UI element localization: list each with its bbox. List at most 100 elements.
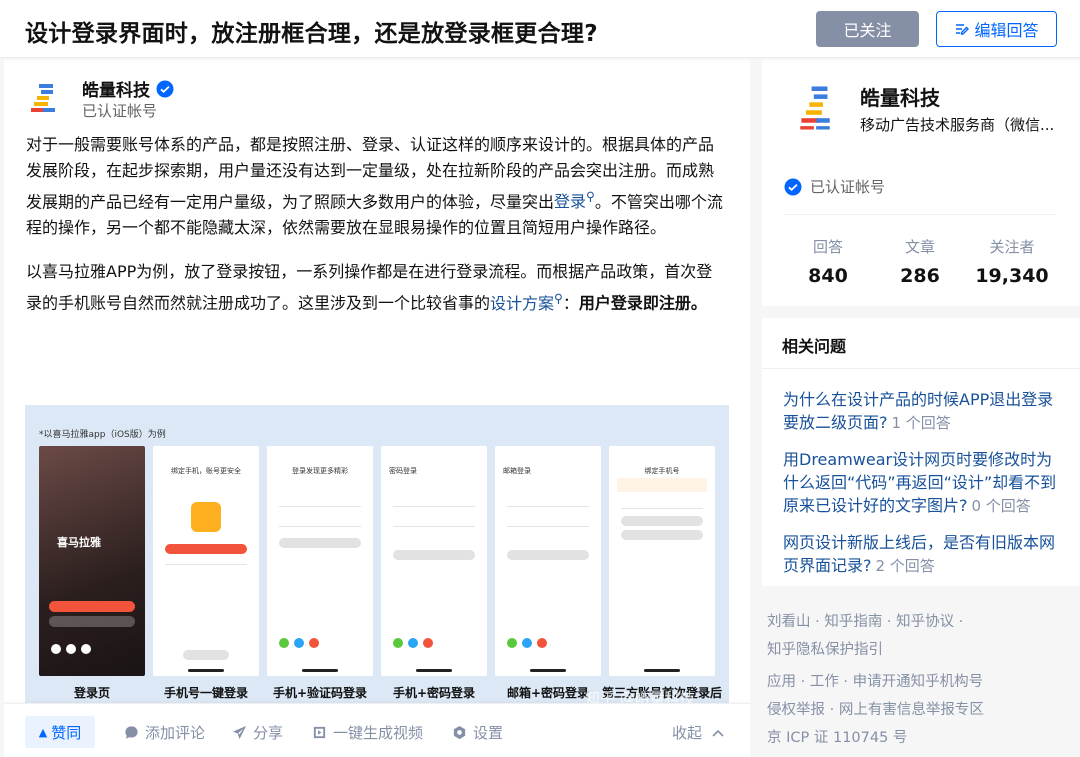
social-icon — [507, 638, 517, 648]
phone-button — [183, 650, 229, 660]
stat-answers[interactable]: 回答 840 — [778, 236, 878, 287]
social-icons — [507, 638, 547, 648]
related-question-item[interactable]: 为什么在设计产品的时候APP退出登录要放二级页面? 1 个回答 — [783, 388, 1063, 435]
figure-caption: *以喜马拉雅app（iOS版）为例 — [39, 430, 166, 440]
social-icons — [279, 638, 319, 648]
screen-title: 邮箱登录 — [503, 467, 531, 475]
share-button[interactable]: 分享 — [232, 722, 283, 743]
social-icon — [537, 638, 547, 648]
social-icon — [522, 638, 532, 648]
social-icon — [279, 638, 289, 648]
related-title: 相关问题 — [782, 337, 847, 356]
answer-card: 皓量科技 已认证帐号 对于一般需要账号体系的产品，都是按照注册、登录、认证这样的… — [4, 60, 750, 757]
home-indicator — [302, 669, 338, 672]
phone-button — [49, 601, 135, 612]
home-indicator — [530, 669, 566, 672]
phone-button — [49, 616, 135, 627]
stat-followers[interactable]: 关注者 19,340 — [962, 236, 1062, 287]
triangle-up-icon: ▲ — [38, 725, 48, 739]
phone-line — [279, 506, 361, 507]
stat-articles[interactable]: 文章 286 — [870, 236, 970, 287]
chevron-up-icon — [712, 729, 724, 737]
phone-line — [507, 526, 589, 527]
comment-label: 添加评论 — [145, 724, 206, 742]
footer-row[interactable]: 京 ICP 证 110745 号 — [767, 724, 1067, 752]
author-card-avatar[interactable] — [798, 84, 832, 132]
author-card: 皓量科技 移动广告技术服务商（微信... 已认证帐号 回答 840 文章 286… — [762, 60, 1080, 306]
edit-icon — [956, 24, 970, 35]
phone-screen-login: 喜马拉雅 — [39, 446, 145, 676]
footer-row[interactable]: 应用 · 工作 · 申请开通知乎机构号 — [767, 668, 1067, 696]
keyword-link-design[interactable]: 设计方案⚲ — [490, 291, 563, 313]
comment-button[interactable]: 添加评论 — [124, 722, 205, 743]
share-label: 分享 — [253, 724, 284, 742]
collapse-label: 收起 — [672, 724, 703, 742]
answer-count: 2 个回答 — [875, 557, 935, 575]
screen-title: 绑定手机，账号更安全 — [171, 467, 241, 475]
keyword-link-login[interactable]: 登录⚲ — [554, 190, 595, 211]
generate-video-button[interactable]: 一键生成视频 — [312, 722, 423, 743]
divider — [784, 214, 1056, 215]
edit-answer-label: 编辑回答 — [974, 21, 1039, 40]
author-name[interactable]: 皓量科技 — [82, 76, 174, 101]
author-name-text[interactable]: 皓量科技 — [82, 76, 150, 101]
question-header: 设计登录界面时，放注册框合理，还是放登录框更合理? 已关注 编辑回答 — [0, 0, 1080, 58]
footer-row[interactable]: 知乎隐私保护指引 — [767, 636, 1067, 664]
screen-title: 密码登录 — [389, 467, 417, 475]
screen-label: 登录页 — [73, 686, 110, 700]
author-avatar[interactable] — [28, 82, 58, 118]
screen-title: 绑定手机号 — [644, 467, 680, 475]
paragraph: 对于一般需要账号体系的产品，都是按照注册、登录、认证这样的顺序来设计的。根据具体… — [26, 132, 726, 241]
generate-video-label: 一键生成视频 — [333, 724, 424, 742]
video-icon — [313, 726, 326, 739]
divider — [762, 368, 1080, 369]
answer-image[interactable]: *以喜马拉雅app（iOS版）为例 喜马拉雅 绑定手机，账号更安全 登录发现更多… — [25, 405, 729, 705]
edit-answer-button[interactable]: 编辑回答 — [936, 11, 1057, 47]
answer-content: 对于一般需要账号体系的产品，都是按照注册、登录、认证这样的顺序来设计的。根据具体… — [26, 132, 726, 335]
search-icon: ⚲ — [586, 190, 595, 204]
phone-line — [393, 506, 475, 507]
footer-row[interactable]: 刘看山 · 知乎指南 · 知乎协议 · — [767, 608, 1067, 636]
brand-logo: 喜马拉雅 — [57, 536, 101, 549]
followed-button[interactable]: 已关注 — [816, 11, 919, 47]
author-card-name[interactable]: 皓量科技 — [860, 82, 940, 111]
home-indicator — [188, 669, 224, 672]
phone-button — [621, 530, 703, 540]
screen-label: 手机号一键登录 — [163, 686, 248, 700]
home-indicator — [644, 669, 680, 672]
answer-action-bar: ▲ 赞同 添加评论 分享 一键生成视频 设置 收起 — [4, 703, 750, 757]
answer-count: 0 个回答 — [971, 497, 1031, 515]
social-icon — [393, 638, 403, 648]
screen-title: 登录发现更多精彩 — [292, 467, 348, 475]
keyword-link-text[interactable]: 登录 — [554, 192, 586, 211]
phone-line — [393, 526, 475, 527]
settings-label: 设置 — [473, 724, 504, 742]
social-icon — [66, 644, 76, 654]
phone-button — [621, 516, 703, 526]
verified-badge-icon — [784, 178, 802, 195]
settings-button[interactable]: 设置 — [452, 722, 503, 743]
keyword-link-text[interactable]: 设计方案 — [490, 294, 554, 313]
collapse-button[interactable]: 收起 — [672, 722, 724, 743]
social-icon — [294, 638, 304, 648]
phone-line — [507, 506, 589, 507]
social-icon — [423, 638, 433, 648]
verified-badge-icon — [156, 80, 174, 97]
phone-button — [165, 544, 247, 554]
footer-links: 刘看山 · 知乎指南 · 知乎协议 · 知乎隐私保护指引 应用 · 工作 · 申… — [767, 608, 1067, 752]
social-icon — [51, 644, 61, 654]
phone-screen-password: 密码登录 — [381, 446, 487, 676]
paragraph: 以喜马拉雅APP为例，放了登录按钮，一系列操作都是在进行登录流程。而根据产品政策… — [26, 259, 726, 316]
social-icons — [393, 638, 433, 648]
related-list: 为什么在设计产品的时候APP退出登录要放二级页面? 1 个回答 用Dreamwea… — [783, 388, 1063, 591]
answer-count: 1 个回答 — [891, 414, 951, 432]
stat-value: 286 — [900, 265, 940, 287]
footer-row[interactable]: 侵权举报 · 网上有害信息举报专区 — [767, 696, 1067, 724]
share-icon — [232, 725, 247, 740]
related-question-item[interactable]: 网页设计新版上线后，是否有旧版本网页界面记录? 2 个回答 — [783, 531, 1063, 578]
social-icon — [408, 638, 418, 648]
related-question-item[interactable]: 用Dreamwear设计网页时要修改时为什么返回“代码”再返回“设计”却看不到原… — [783, 448, 1063, 518]
upvote-button[interactable]: ▲ 赞同 — [25, 716, 95, 748]
stat-label: 回答 — [812, 238, 843, 256]
phone-screen-one-tap: 绑定手机，账号更安全 — [153, 446, 259, 676]
